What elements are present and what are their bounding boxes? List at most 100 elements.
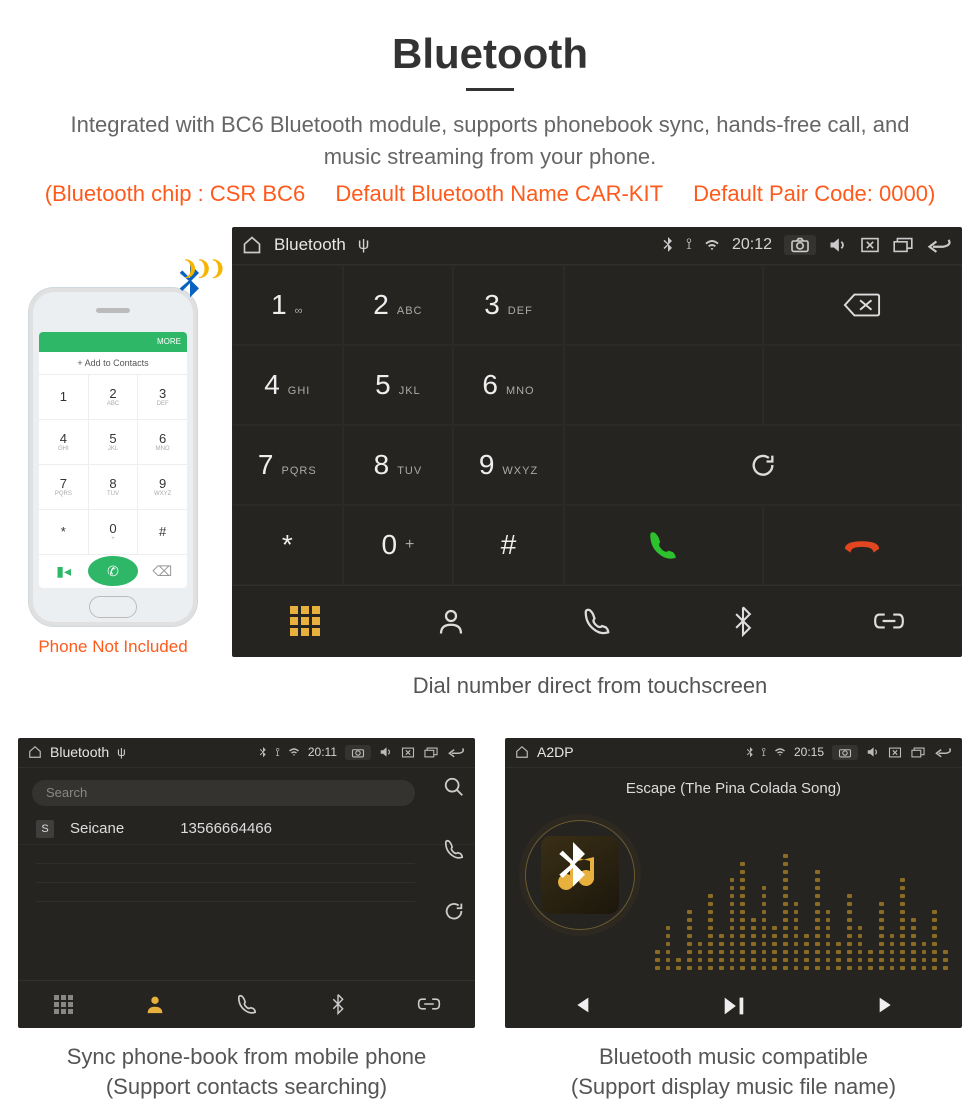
spec-chip: (Bluetooth chip : CSR BC6: [45, 181, 305, 206]
title-underline: [466, 88, 514, 91]
tab-contacts[interactable]: [378, 586, 524, 657]
tab-bluetooth[interactable]: [292, 981, 383, 1028]
gps-icon: ⟟: [762, 745, 766, 760]
close-icon[interactable]: [860, 237, 880, 253]
dial-key-5[interactable]: 5JKL: [343, 345, 454, 425]
phone-key[interactable]: 3DEF: [138, 375, 187, 419]
contact-row[interactable]: S Seicane 13566664466: [18, 814, 475, 845]
dial-key-3[interactable]: 3DEF: [453, 265, 564, 345]
phone-video-button[interactable]: ▮◂: [39, 555, 88, 588]
phone-add-contact[interactable]: + Add to Contacts: [39, 352, 187, 375]
recent-apps-icon[interactable]: [892, 237, 914, 253]
hangup-button[interactable]: [763, 505, 962, 585]
status-title: A2DP: [537, 744, 574, 760]
volume-icon[interactable]: [866, 746, 880, 758]
dial-key-2[interactable]: 2ABC: [343, 265, 454, 345]
phone-screen: MORE + Add to Contacts 12ABC3DEF4GHI5JKL…: [39, 332, 187, 588]
play-pause-button[interactable]: [721, 994, 747, 1018]
tab-keypad[interactable]: [232, 586, 378, 657]
phone-key[interactable]: *: [39, 510, 88, 554]
spec-code: Default Pair Code: 0000): [693, 181, 935, 206]
camera-icon[interactable]: [345, 745, 371, 760]
phone-key[interactable]: 5JKL: [89, 420, 138, 464]
tab-bluetooth[interactable]: [670, 586, 816, 657]
spec-line: (Bluetooth chip : CSR BC6 Default Blueto…: [18, 181, 962, 207]
usb-icon: ψ: [358, 236, 369, 254]
contact-name: Seicane: [70, 820, 124, 837]
spec-name: Default Bluetooth Name CAR-KIT: [335, 181, 663, 206]
dial-key-#[interactable]: #: [453, 505, 564, 585]
status-title: Bluetooth: [50, 744, 109, 760]
search-icon[interactable]: [443, 776, 465, 798]
dial-key-6[interactable]: 6MNO: [453, 345, 564, 425]
call-icon[interactable]: [443, 838, 465, 860]
phone-key[interactable]: 9WXYZ: [138, 465, 187, 509]
tab-contacts[interactable]: [109, 981, 200, 1028]
phone-mockup: ❩❩❩ MORE + Add to Contacts 12ABC3DEF4GHI…: [28, 287, 198, 627]
dial-key-*[interactable]: *: [232, 505, 343, 585]
home-icon[interactable]: [28, 745, 42, 759]
close-icon[interactable]: [401, 747, 415, 758]
back-icon[interactable]: [447, 746, 465, 758]
next-button[interactable]: [876, 994, 898, 1018]
dial-key-4[interactable]: 4GHI: [232, 345, 343, 425]
volume-icon[interactable]: [828, 236, 848, 254]
wifi-icon: [704, 238, 720, 252]
phone-key[interactable]: 8TUV: [89, 465, 138, 509]
clock-text: 20:15: [794, 745, 824, 759]
music-caption: Bluetooth music compatible (Support disp…: [505, 1042, 962, 1103]
contacts-caption: Sync phone-book from mobile phone (Suppo…: [18, 1042, 475, 1103]
redial-button[interactable]: [564, 425, 962, 505]
album-art: [525, 820, 635, 930]
dial-key-9[interactable]: 9WXYZ: [453, 425, 564, 505]
music-status-bar: A2DP ⟟ 20:15: [505, 738, 962, 768]
phone-key[interactable]: 0+: [89, 510, 138, 554]
bt-status-icon: [746, 747, 754, 758]
signal-waves-icon: ❩❩❩: [182, 256, 223, 281]
tab-link[interactable]: [816, 586, 962, 657]
equalizer: [655, 860, 948, 970]
refresh-icon[interactable]: [443, 900, 465, 922]
phone-key[interactable]: 2ABC: [89, 375, 138, 419]
back-icon[interactable]: [934, 746, 952, 758]
page-title: Bluetooth: [18, 30, 962, 78]
bt-status-icon: [259, 747, 267, 758]
dial-key-8[interactable]: 8TUV: [343, 425, 454, 505]
recent-apps-icon[interactable]: [423, 747, 439, 758]
clock-text: 20:11: [308, 745, 337, 759]
gps-icon: ⟟: [686, 236, 692, 254]
phone-key[interactable]: 1: [39, 375, 88, 419]
phone-key[interactable]: 4GHI: [39, 420, 88, 464]
prev-button[interactable]: [570, 994, 592, 1018]
dial-key-1[interactable]: 1∞: [232, 265, 343, 345]
status-title: Bluetooth: [274, 235, 346, 255]
phone-caption: Phone Not Included: [18, 637, 208, 657]
search-input[interactable]: Search: [32, 780, 415, 806]
camera-icon[interactable]: [784, 235, 816, 255]
home-icon[interactable]: [242, 235, 262, 255]
tab-recent-calls[interactable]: [524, 586, 670, 657]
gps-icon: ⟟: [275, 745, 279, 760]
play-controls: [505, 994, 962, 1018]
camera-icon[interactable]: [832, 745, 858, 760]
close-icon[interactable]: [888, 747, 902, 758]
tab-keypad[interactable]: [18, 981, 109, 1028]
home-icon[interactable]: [515, 745, 529, 759]
phone-key[interactable]: 7PQRS: [39, 465, 88, 509]
dial-key-7[interactable]: 7PQRS: [232, 425, 343, 505]
contacts-tabs: [18, 980, 475, 1028]
phone-key[interactable]: #: [138, 510, 187, 554]
recent-apps-icon[interactable]: [910, 747, 926, 758]
dial-key-0[interactable]: 0+: [343, 505, 454, 585]
usb-icon: ψ: [117, 745, 126, 759]
call-button[interactable]: [564, 505, 763, 585]
tab-recent-calls[interactable]: [201, 981, 292, 1028]
phone-delete-button[interactable]: ⌫: [138, 555, 187, 588]
phone-key[interactable]: 6MNO: [138, 420, 187, 464]
phone-call-button[interactable]: ✆: [88, 555, 137, 588]
delete-button[interactable]: [763, 265, 962, 345]
tab-link[interactable]: [384, 981, 475, 1028]
volume-icon[interactable]: [379, 746, 393, 758]
back-icon[interactable]: [926, 236, 952, 254]
contact-number: 13566664466: [180, 820, 272, 837]
